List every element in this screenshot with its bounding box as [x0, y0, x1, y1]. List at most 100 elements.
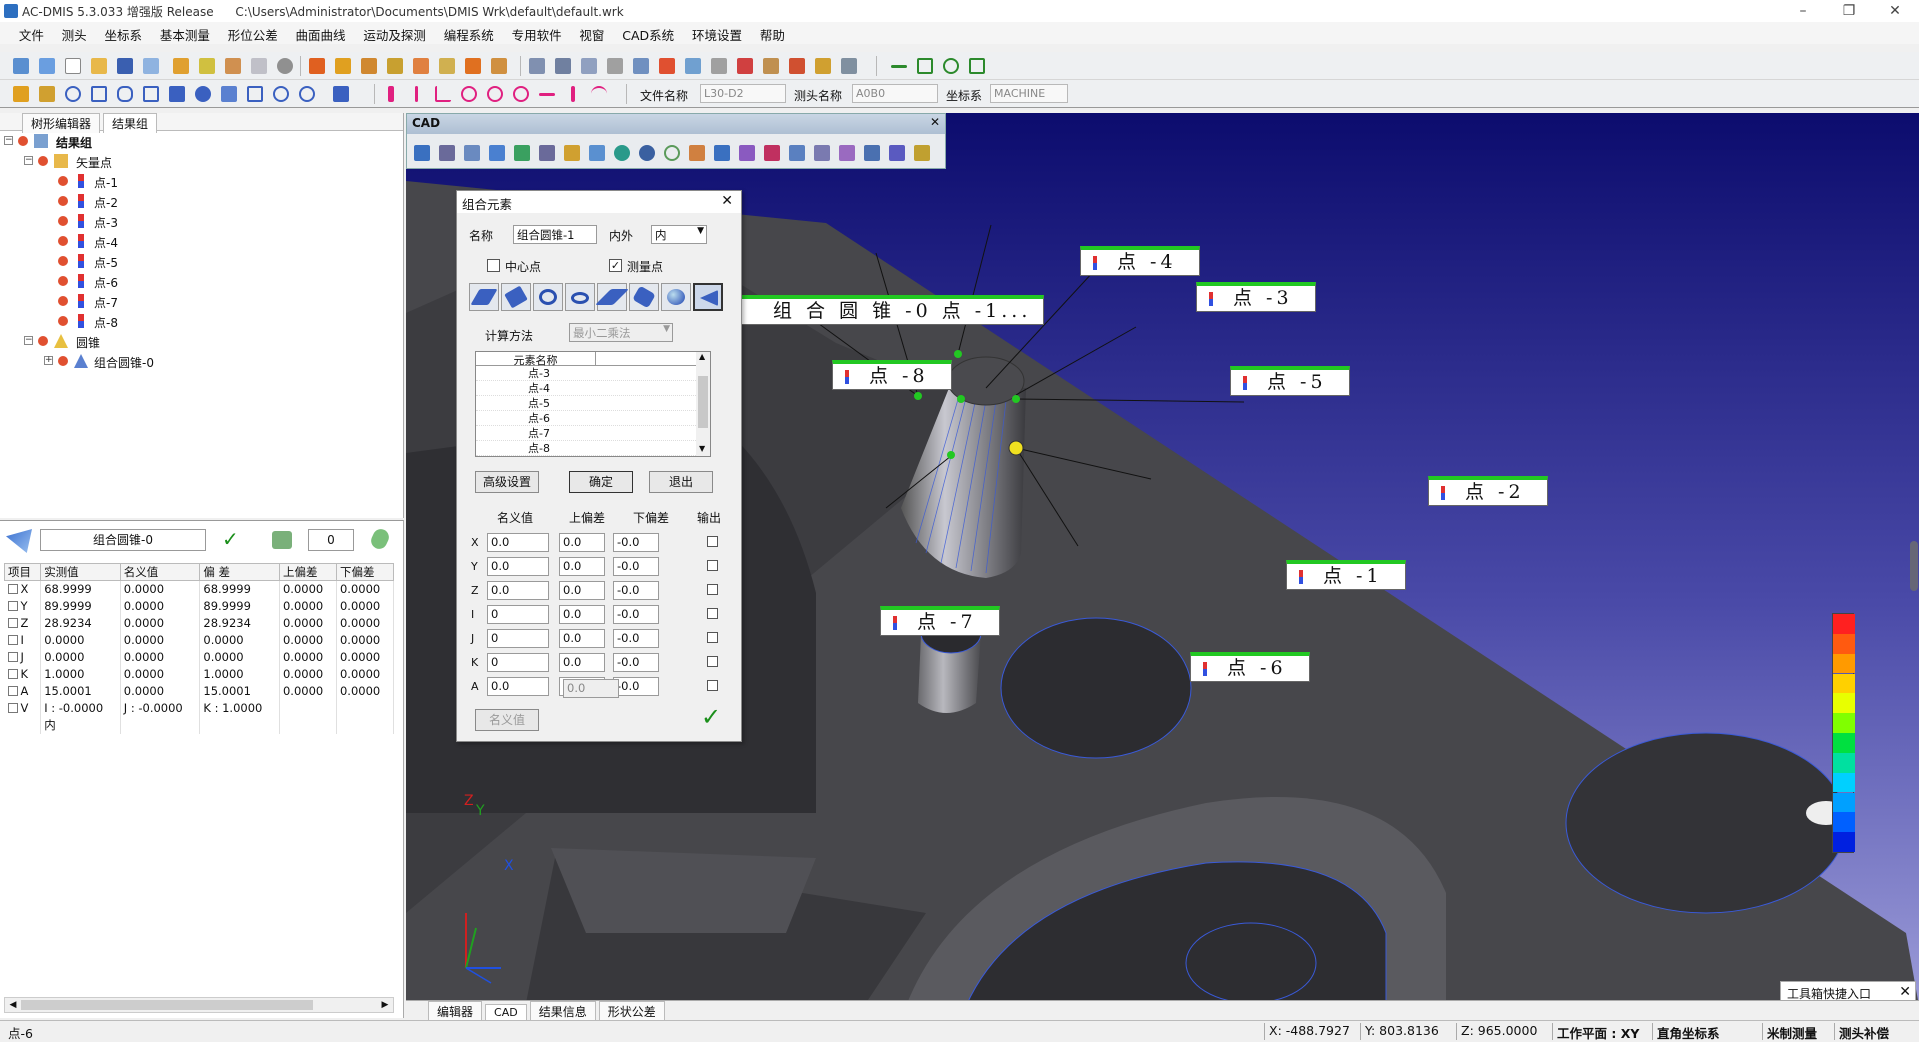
- scroll-down-icon[interactable]: ▼: [699, 444, 705, 453]
- row-checkbox[interactable]: [7, 703, 18, 713]
- lower-tol-input[interactable]: -0.0: [613, 677, 659, 696]
- probe-measure-button[interactable]: [812, 55, 834, 77]
- close-dialog-icon[interactable]: ✕: [721, 193, 733, 209]
- open-folder-button[interactable]: [36, 55, 58, 77]
- position-tol-button[interactable]: [458, 83, 480, 105]
- callout-point-5[interactable]: 点 -5: [1230, 366, 1350, 396]
- sphere-view-icon[interactable]: [611, 142, 633, 164]
- measure-d-button[interactable]: [410, 55, 432, 77]
- lower-tol-input[interactable]: -0.0: [613, 653, 659, 672]
- lower-tol-input[interactable]: -0.0: [613, 533, 659, 552]
- nominal-input[interactable]: 0.0: [487, 581, 549, 600]
- grid-icon[interactable]: [811, 142, 833, 164]
- screenshot-icon[interactable]: [886, 142, 908, 164]
- chevron-down-icon[interactable]: ▼: [697, 226, 704, 236]
- sphere-measure-button[interactable]: [192, 83, 214, 105]
- cylinder-measure-button[interactable]: [166, 83, 188, 105]
- menu-surface-curve[interactable]: 曲面曲线: [289, 22, 353, 44]
- table-button[interactable]: [838, 55, 860, 77]
- calc-method-select[interactable]: 最小二乘法 ▼: [569, 323, 673, 342]
- circle-icon[interactable]: [661, 142, 683, 164]
- tab-cad[interactable]: CAD: [485, 1004, 527, 1020]
- horizontal-scrollbar[interactable]: ◀ ▶: [4, 997, 394, 1013]
- center-point-checkbox[interactable]: [487, 259, 500, 272]
- element-name-field[interactable]: 组合圆锥-0: [40, 529, 206, 551]
- profile-tol-button[interactable]: [588, 83, 610, 105]
- nominal-input[interactable]: 0.0: [487, 677, 549, 696]
- ellipse-type-button[interactable]: [565, 283, 595, 311]
- probe-tool-2-button[interactable]: [488, 55, 510, 77]
- column-header[interactable]: 名义值: [119, 563, 201, 581]
- table-row[interactable]: X 68.9999 0.0000 68.9999 0.0000 0.0000: [4, 580, 395, 598]
- arc-measure-button[interactable]: [88, 83, 110, 105]
- probe-angle-button[interactable]: [708, 55, 730, 77]
- nominal-input[interactable]: 0.0: [487, 557, 549, 576]
- circle-type-button[interactable]: [533, 283, 563, 311]
- file-name-field[interactable]: L30-D2: [700, 84, 786, 103]
- table-row[interactable]: Z 28.9234 0.0000 28.9234 0.0000 0.0000: [4, 614, 395, 632]
- chart-button[interactable]: [196, 55, 218, 77]
- callout-point-6[interactable]: 点 -6: [1190, 652, 1310, 682]
- nominal-value-button[interactable]: 名义值: [475, 709, 539, 731]
- zoom-icon[interactable]: [436, 142, 458, 164]
- construct-button[interactable]: [330, 83, 352, 105]
- panel-handle[interactable]: [1910, 541, 1918, 591]
- extra-value-field[interactable]: 0.0: [563, 679, 619, 698]
- upper-tol-input[interactable]: 0.0: [559, 557, 605, 576]
- rotate-icon[interactable]: [511, 142, 533, 164]
- cone-type-button[interactable]: [693, 283, 723, 311]
- angle-tol-button[interactable]: [432, 83, 454, 105]
- load-button[interactable]: [552, 55, 574, 77]
- menu-help[interactable]: 帮助: [753, 22, 792, 44]
- copy-button[interactable]: [140, 55, 162, 77]
- concentric2-tol-button[interactable]: [510, 83, 532, 105]
- pan-icon[interactable]: [411, 142, 433, 164]
- new-program-button[interactable]: [10, 55, 32, 77]
- menu-environment[interactable]: 环境设置: [685, 22, 749, 44]
- circle-tool-button[interactable]: [940, 55, 962, 77]
- probe-tool-button[interactable]: [462, 55, 484, 77]
- scroll-right-icon[interactable]: ▶: [379, 999, 391, 1011]
- display-icon[interactable]: [861, 142, 883, 164]
- paint-icon[interactable]: [911, 142, 933, 164]
- plate-button[interactable]: [248, 55, 270, 77]
- line-measure-button[interactable]: [36, 83, 58, 105]
- curve-measure-button[interactable]: [296, 83, 318, 105]
- tab-form-tolerance[interactable]: 形状公差: [598, 1001, 665, 1021]
- rect-tool-button[interactable]: [914, 55, 936, 77]
- nominal-input[interactable]: 0: [487, 605, 549, 624]
- column-header[interactable]: 上偏差: [278, 563, 337, 581]
- measure-c-button[interactable]: [384, 55, 406, 77]
- confirm-check-icon[interactable]: ✓: [222, 527, 239, 551]
- settings-button[interactable]: [578, 55, 600, 77]
- row-checkbox[interactable]: [7, 618, 18, 628]
- menu-view[interactable]: 视窗: [572, 22, 611, 44]
- menu-probe[interactable]: 测头: [55, 22, 94, 44]
- symmetry-tol-button[interactable]: [536, 83, 558, 105]
- lower-tol-input[interactable]: -0.0: [613, 605, 659, 624]
- nominal-input[interactable]: 0.0: [487, 533, 549, 552]
- plane-measure-button[interactable]: [140, 83, 162, 105]
- zoom-window-icon[interactable]: [461, 142, 483, 164]
- list-item[interactable]: 点-8: [476, 441, 696, 456]
- output-checkbox[interactable]: [707, 536, 718, 547]
- column-header[interactable]: 偏 差: [199, 563, 280, 581]
- line-type-button[interactable]: [501, 283, 531, 311]
- close-window-button[interactable]: ✕: [1872, 0, 1918, 22]
- column-header[interactable]: 实测值: [40, 563, 121, 581]
- scroll-up-icon[interactable]: ▲: [699, 352, 705, 361]
- scroll-left-icon[interactable]: ◀: [7, 999, 19, 1011]
- tab-result-info[interactable]: 结果信息: [529, 1001, 596, 1021]
- table-row[interactable]: J 0.0000 0.0000 0.0000 0.0000 0.0000: [4, 648, 395, 666]
- list-item[interactable]: 点-5: [476, 396, 696, 411]
- measure-a-button[interactable]: [332, 55, 354, 77]
- print-button[interactable]: [604, 55, 626, 77]
- apply-check-icon[interactable]: ✓: [701, 703, 721, 731]
- save-button[interactable]: [114, 55, 136, 77]
- callout-point-1[interactable]: 点 -1: [1286, 560, 1406, 590]
- inout-select[interactable]: 内 ▼: [651, 225, 707, 244]
- runout-tol-button[interactable]: [562, 83, 584, 105]
- move-button[interactable]: [526, 55, 548, 77]
- concentric-tol-button[interactable]: [484, 83, 506, 105]
- cylinder-type-button[interactable]: [629, 283, 659, 311]
